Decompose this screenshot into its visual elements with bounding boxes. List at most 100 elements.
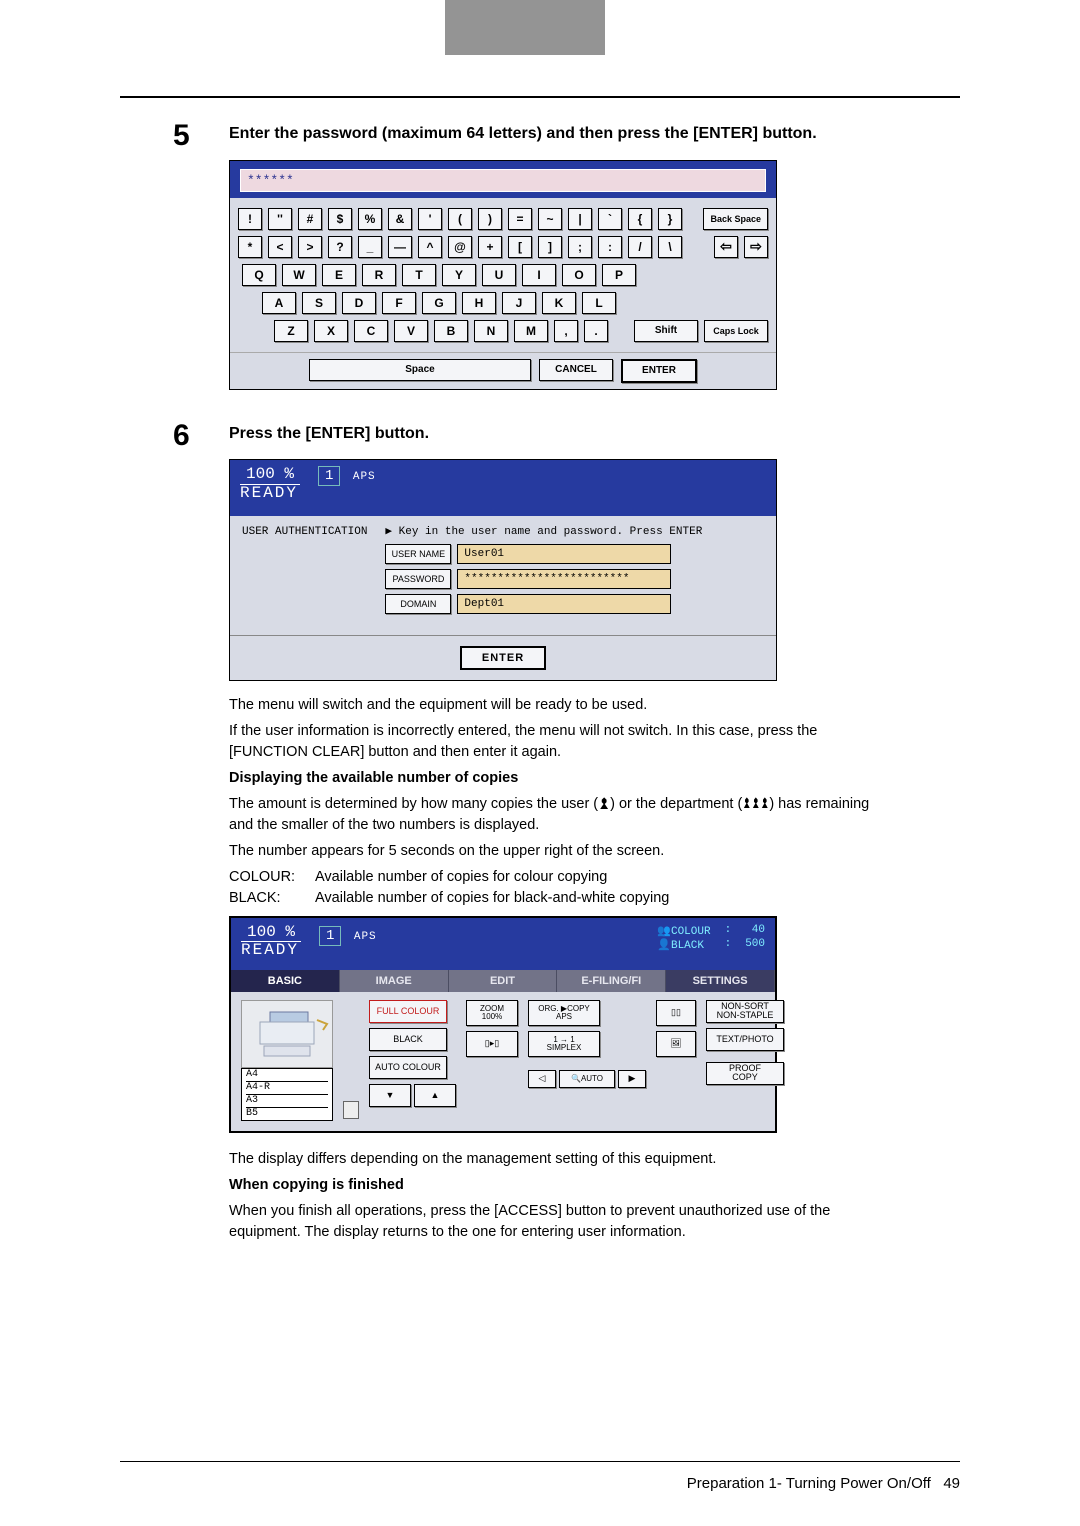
key-colon[interactable]: : [598,236,622,258]
mode-icon-button[interactable]: 🖼 [656,1031,696,1057]
key-m[interactable]: M [514,320,548,342]
density-right[interactable]: ▶ [618,1070,646,1088]
key-arrow-right[interactable]: ⇨ [744,236,768,258]
key-i[interactable]: I [522,264,556,286]
key-slash[interactable]: / [628,236,652,258]
tab-efiling[interactable]: E-FILING/FI [557,970,666,992]
step-title-5: Enter the password (maximum 64 letters) … [229,120,817,152]
key-at[interactable]: @ [448,236,472,258]
key-space[interactable]: Space [309,359,531,381]
password-input[interactable]: ****** [240,169,766,192]
key-e[interactable]: E [322,264,356,286]
key-k[interactable]: K [542,292,576,314]
key-lbrack[interactable]: [ [508,236,532,258]
density-left[interactable]: ◁ [528,1070,556,1088]
black-button[interactable]: BLACK [369,1028,447,1051]
key-dollar[interactable]: $ [328,208,352,230]
simplex-button[interactable]: 1 → 1 SIMPLEX [528,1031,600,1057]
key-comma[interactable]: , [554,320,578,342]
key-period[interactable]: . [584,320,608,342]
domain-button[interactable]: DOMAIN [385,594,451,614]
key-f[interactable]: F [382,292,416,314]
key-rbrack[interactable]: ] [538,236,562,258]
key-apos[interactable]: ' [418,208,442,230]
key-semi[interactable]: ; [568,236,592,258]
cancel-button[interactable]: CANCEL [539,359,613,381]
username-button[interactable]: USER NAME [385,544,451,564]
auth-ready: READY [240,484,298,502]
tab-basic[interactable]: BASIC [231,970,340,992]
key-o[interactable]: O [562,264,596,286]
key-z[interactable]: Z [274,320,308,342]
domain-field[interactable]: Dept01 [457,594,671,614]
key-arrow-left[interactable]: ⇦ [714,236,738,258]
sort-icon-button[interactable]: ▯▯ [656,1000,696,1026]
key-lparen[interactable]: ( [448,208,472,230]
tab-settings[interactable]: SETTINGS [666,970,775,992]
username-field[interactable]: User01 [457,544,671,564]
key-y[interactable]: Y [442,264,476,286]
key-eq[interactable]: = [508,208,532,230]
auth-enter-button[interactable]: ENTER [460,646,546,670]
key-b[interactable]: B [434,320,468,342]
key-v[interactable]: V [394,320,428,342]
key-g[interactable]: G [422,292,456,314]
key-w[interactable]: W [282,264,316,286]
key-lbrace[interactable]: { [628,208,652,230]
key-quote[interactable]: '' [268,208,292,230]
key-bslash[interactable]: \ [658,236,682,258]
tab-image[interactable]: IMAGE [340,970,449,992]
key-hash[interactable]: # [298,208,322,230]
key-n[interactable]: N [474,320,508,342]
key-tilde[interactable]: ~ [538,208,562,230]
key-h[interactable]: H [462,292,496,314]
key-backspace[interactable]: Back Space [703,208,768,230]
key-q[interactable]: Q [242,264,276,286]
textphoto-button[interactable]: TEXT/PHOTO [706,1028,784,1051]
key-under[interactable]: _ [358,236,382,258]
key-u[interactable]: U [482,264,516,286]
key-pipe[interactable]: | [568,208,592,230]
key-c[interactable]: C [354,320,388,342]
key-r[interactable]: R [362,264,396,286]
key-gt[interactable]: > [298,236,322,258]
key-j[interactable]: J [502,292,536,314]
key-qm[interactable]: ? [328,236,352,258]
density-auto[interactable]: 🔍AUTO [559,1070,615,1088]
password-button[interactable]: PASSWORD [385,569,451,589]
password-field[interactable]: ************************* [457,569,671,589]
key-capslock[interactable]: Caps Lock [704,320,768,342]
duplex-icon-button[interactable]: ▯▸▯ [466,1031,518,1057]
org-copy-button[interactable]: ORG. ▶COPY APS [528,1000,600,1026]
key-d[interactable]: D [342,292,376,314]
key-percent[interactable]: % [358,208,382,230]
auto-colour-button[interactable]: AUTO COLOUR [369,1056,447,1079]
tab-edit[interactable]: EDIT [449,970,558,992]
key-caret[interactable]: ^ [418,236,442,258]
down-button[interactable]: ▼ [369,1084,411,1107]
key-p[interactable]: P [602,264,636,286]
paper-size-list[interactable]: A4 A4-R A3 B5 [241,1068,333,1121]
key-plus[interactable]: + [478,236,502,258]
copy-ready: READY [241,941,299,959]
key-backtick[interactable]: ` [598,208,622,230]
zoom-button[interactable]: ZOOM 100% [466,1000,518,1026]
enter-button[interactable]: ENTER [621,359,697,383]
key-l[interactable]: L [582,292,616,314]
nonsort-button[interactable]: NON-SORT NON-STAPLE [706,1000,784,1023]
key-t[interactable]: T [402,264,436,286]
key-lt[interactable]: < [268,236,292,258]
key-shift[interactable]: Shift [634,320,698,342]
key-x[interactable]: X [314,320,348,342]
proof-copy-button[interactable]: PROOF COPY [706,1062,784,1085]
key-amp[interactable]: & [388,208,412,230]
key-dash[interactable]: — [388,236,412,258]
key-rparen[interactable]: ) [478,208,502,230]
key-excl[interactable]: ! [238,208,262,230]
full-colour-button[interactable]: FULL COLOUR [369,1000,447,1023]
key-a[interactable]: A [262,292,296,314]
key-s[interactable]: S [302,292,336,314]
up-button[interactable]: ▲ [414,1084,456,1107]
key-rbrace[interactable]: } [658,208,682,230]
key-ast[interactable]: * [238,236,262,258]
